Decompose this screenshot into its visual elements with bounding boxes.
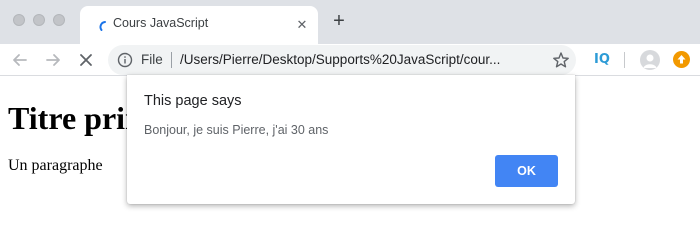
window-close-dot[interactable] xyxy=(13,14,25,26)
forward-arrow-icon[interactable] xyxy=(43,50,63,70)
stop-loading-icon[interactable] xyxy=(76,50,96,70)
tab-title: Cours JavaScript xyxy=(113,16,209,30)
dialog-message: Bonjour, je suis Pierre, j'ai 30 ans xyxy=(144,123,329,137)
window-minimize-dot[interactable] xyxy=(33,14,45,26)
address-bar[interactable]: File /Users/Pierre/Desktop/Supports%20Ja… xyxy=(108,45,576,75)
browser-window: Cours JavaScript ✕ + File /Users/Pierre/… xyxy=(0,0,700,225)
extension-iq-icon[interactable]: IQ xyxy=(594,52,610,67)
close-tab-icon[interactable]: ✕ xyxy=(294,17,310,33)
window-zoom-dot[interactable] xyxy=(53,14,65,26)
toolbar: File /Users/Pierre/Desktop/Supports%20Ja… xyxy=(0,44,700,76)
dialog-title: This page says xyxy=(144,93,242,109)
new-tab-button[interactable]: + xyxy=(328,10,350,32)
alert-dialog: This page says Bonjour, je suis Pierre, … xyxy=(127,75,575,204)
profile-avatar-icon[interactable] xyxy=(640,50,660,70)
url-text[interactable]: /Users/Pierre/Desktop/Supports%20JavaScr… xyxy=(180,52,550,67)
arrow-up-icon xyxy=(677,55,686,64)
ok-button[interactable]: OK xyxy=(495,155,558,187)
update-arrow-icon[interactable] xyxy=(673,51,690,68)
page-paragraph: Un paragraphe xyxy=(8,157,103,174)
toolbar-divider xyxy=(624,52,625,68)
tab-cours-javascript[interactable]: Cours JavaScript ✕ xyxy=(80,6,318,44)
omnibox-divider xyxy=(171,52,172,68)
scheme-label: File xyxy=(141,52,163,67)
loading-spinner-icon xyxy=(99,21,106,31)
back-arrow-icon[interactable] xyxy=(10,50,30,70)
bookmark-star-icon[interactable] xyxy=(552,51,570,69)
info-icon[interactable] xyxy=(117,52,133,68)
tab-strip: Cours JavaScript ✕ + xyxy=(0,0,700,44)
person-icon xyxy=(643,54,657,68)
